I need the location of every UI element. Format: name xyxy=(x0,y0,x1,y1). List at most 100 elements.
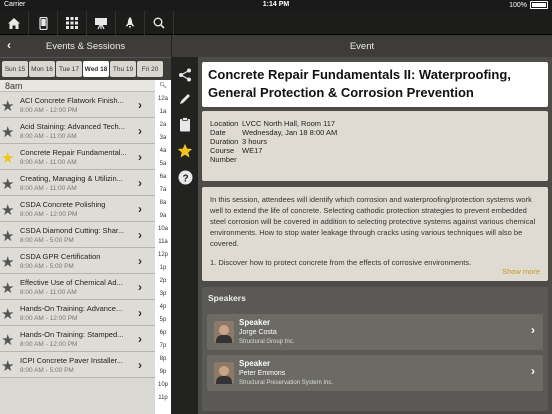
index-item[interactable]: 12a xyxy=(155,93,171,106)
chevron-right-icon: › xyxy=(138,254,142,268)
show-more-link[interactable]: Show more xyxy=(502,266,540,277)
description-objective: 1. Discover how to protect concrete from… xyxy=(210,258,472,267)
star-icon[interactable] xyxy=(172,139,198,163)
index-item[interactable]: 12p xyxy=(155,249,171,262)
star-icon[interactable]: ★ xyxy=(1,123,14,141)
index-item[interactable]: 1a xyxy=(155,106,171,119)
session-row[interactable]: ★ Concrete Repair Fundamental... 8:00 AM -… xyxy=(0,144,171,170)
day-tab[interactable]: Sun 15 xyxy=(2,61,28,77)
location-label: Location xyxy=(210,119,239,128)
star-icon[interactable]: ★ xyxy=(1,175,14,193)
speaker-role: Speaker xyxy=(239,359,271,368)
index-item[interactable]: 3a xyxy=(155,132,171,145)
session-row[interactable]: ★ Acid Staining: Advanced Tech... 8:00 AM … xyxy=(0,118,171,144)
star-icon[interactable]: ★ xyxy=(1,279,14,297)
chevron-right-icon: › xyxy=(138,98,142,112)
index-item[interactable]: 3p xyxy=(155,288,171,301)
session-title: CSDA Diamond Cutting: Shar... xyxy=(20,226,125,235)
index-item[interactable]: 6a xyxy=(155,171,171,184)
index-item[interactable]: 4a xyxy=(155,145,171,158)
star-icon[interactable]: ★ xyxy=(1,357,14,375)
search-icon[interactable] xyxy=(145,11,174,35)
chevron-right-icon: › xyxy=(531,364,535,378)
index-item[interactable]: 2a xyxy=(155,119,171,132)
day-tab[interactable]: Fri 20 xyxy=(137,61,163,77)
clipboard-icon[interactable] xyxy=(172,112,198,136)
index-item[interactable]: 7p xyxy=(155,340,171,353)
avatar xyxy=(214,362,234,384)
session-title: CSDA GPR Certification xyxy=(20,252,101,261)
session-title: Hands-On Training: Stamped... xyxy=(20,330,124,339)
number-label: Number xyxy=(210,155,237,164)
sessions-pane: ‹ Events & Sessions Sun 15 Mon 16 Tue 17… xyxy=(0,35,172,414)
back-chevron-icon[interactable]: ‹ xyxy=(7,38,11,52)
session-row[interactable]: ★ CSDA Diamond Cutting: Shar... 8:00 AM - … xyxy=(0,222,171,248)
day-tab-selected[interactable]: Wed 18 xyxy=(83,61,109,77)
index-item[interactable]: 5p xyxy=(155,314,171,327)
star-icon[interactable]: ★ xyxy=(1,97,14,115)
index-item[interactable]: 8p xyxy=(155,353,171,366)
star-icon[interactable]: ★ xyxy=(1,253,14,271)
session-list: ★ ACI Concrete Flatwork Finish... 8:00 AM … xyxy=(0,92,171,378)
session-time: 8:00 AM - 11:00 AM xyxy=(20,185,77,192)
rocket-icon[interactable] xyxy=(116,11,145,35)
status-bar: Carrier 1:14 PM 100% xyxy=(0,0,552,11)
speaker-row[interactable]: Speaker Peter Emmons Structural Preserva… xyxy=(207,355,543,391)
svg-text:?: ? xyxy=(182,173,188,184)
chevron-right-icon: › xyxy=(138,228,142,242)
index-item[interactable]: 1p xyxy=(155,262,171,275)
index-item[interactable]: 9p xyxy=(155,366,171,379)
session-row[interactable]: ★ CSDA Concrete Polishing 8:00 AM - 12:00 … xyxy=(0,196,171,222)
share-icon[interactable] xyxy=(172,63,198,87)
phone-icon[interactable] xyxy=(29,11,58,35)
session-row[interactable]: ★ ACI Concrete Flatwork Finish... 8:00 AM … xyxy=(0,92,171,118)
session-time: 8:00 AM - 11:00 AM xyxy=(20,159,77,166)
date-value: Wednesday, Jan 18 8:00 AM xyxy=(242,128,338,137)
index-item[interactable]: 10p xyxy=(155,379,171,392)
pencil-icon[interactable] xyxy=(172,87,198,111)
speaker-row[interactable]: Speaker Jorge Costa Structural Group Inc… xyxy=(207,314,543,350)
day-tab[interactable]: Tue 17 xyxy=(56,61,82,77)
session-time: 8:00 AM - 12:00 PM xyxy=(20,341,78,348)
index-search-icon[interactable]: 🔍︎ xyxy=(155,80,171,93)
index-item[interactable]: 2p xyxy=(155,275,171,288)
grid-icon[interactable] xyxy=(58,11,87,35)
session-title: Concrete Repair Fundamental... xyxy=(20,148,127,157)
session-row[interactable]: ★ Hands-On Training: Advance... 8:00 AM - … xyxy=(0,300,171,326)
index-item[interactable]: 10a xyxy=(155,223,171,236)
session-row[interactable]: ★ CSDA GPR Certification 8:00 AM - 5:00 PM… xyxy=(0,248,171,274)
index-item[interactable]: 8a xyxy=(155,197,171,210)
star-icon[interactable]: ★ xyxy=(1,331,14,349)
index-item[interactable]: 7a xyxy=(155,184,171,197)
session-row[interactable]: ★ Creating, Managing & Utilizin... 8:00 AM… xyxy=(0,170,171,196)
session-title: Creating, Managing & Utilizin... xyxy=(20,174,123,183)
chevron-right-icon: › xyxy=(531,323,535,337)
day-selector: Sun 15 Mon 16 Tue 17 Wed 18 Thu 19 Fri 2… xyxy=(0,57,171,80)
session-row[interactable]: ★ Effective Use of Chemical Ad... 8:00 AM … xyxy=(0,274,171,300)
sessions-title: Events & Sessions xyxy=(45,40,126,52)
index-item[interactable]: 11p xyxy=(155,392,171,405)
index-item[interactable]: 5a xyxy=(155,158,171,171)
time-index[interactable]: 🔍︎ 12a 1a 2a 3a 4a 5a 6a 7a 8a 9a 10a 11a 12p 1p 2p 3p 4… xyxy=(155,80,171,414)
home-icon[interactable] xyxy=(0,11,29,35)
day-tab[interactable]: Thu 19 xyxy=(110,61,136,77)
index-item[interactable]: 9a xyxy=(155,210,171,223)
session-time: 8:00 AM - 12:00 PM xyxy=(20,107,78,114)
session-row[interactable]: ★ ICPI Concrete Paver Installer... 8:00 AM… xyxy=(0,352,171,378)
index-item[interactable]: 11a xyxy=(155,236,171,249)
index-item[interactable]: 6p xyxy=(155,327,171,340)
event-description: In this session, attendees will identify… xyxy=(202,187,548,281)
help-icon[interactable]: ? xyxy=(172,165,198,189)
star-icon[interactable]: ★ xyxy=(1,201,14,219)
index-item[interactable]: 4p xyxy=(155,301,171,314)
easel-icon[interactable] xyxy=(87,11,116,35)
star-icon[interactable]: ★ xyxy=(1,227,14,245)
session-time: 8:00 AM - 12:00 PM xyxy=(20,211,78,218)
course-number-value: WE17 xyxy=(242,146,263,155)
speaker-org: Structural Group Inc. xyxy=(239,339,295,345)
session-title: ACI Concrete Flatwork Finish... xyxy=(20,96,124,105)
favorite-star-icon[interactable]: ★ xyxy=(1,149,14,167)
star-icon[interactable]: ★ xyxy=(1,305,14,323)
session-row[interactable]: ★ Hands-On Training: Stamped... 8:00 AM - … xyxy=(0,326,171,352)
day-tab[interactable]: Mon 16 xyxy=(29,61,55,77)
